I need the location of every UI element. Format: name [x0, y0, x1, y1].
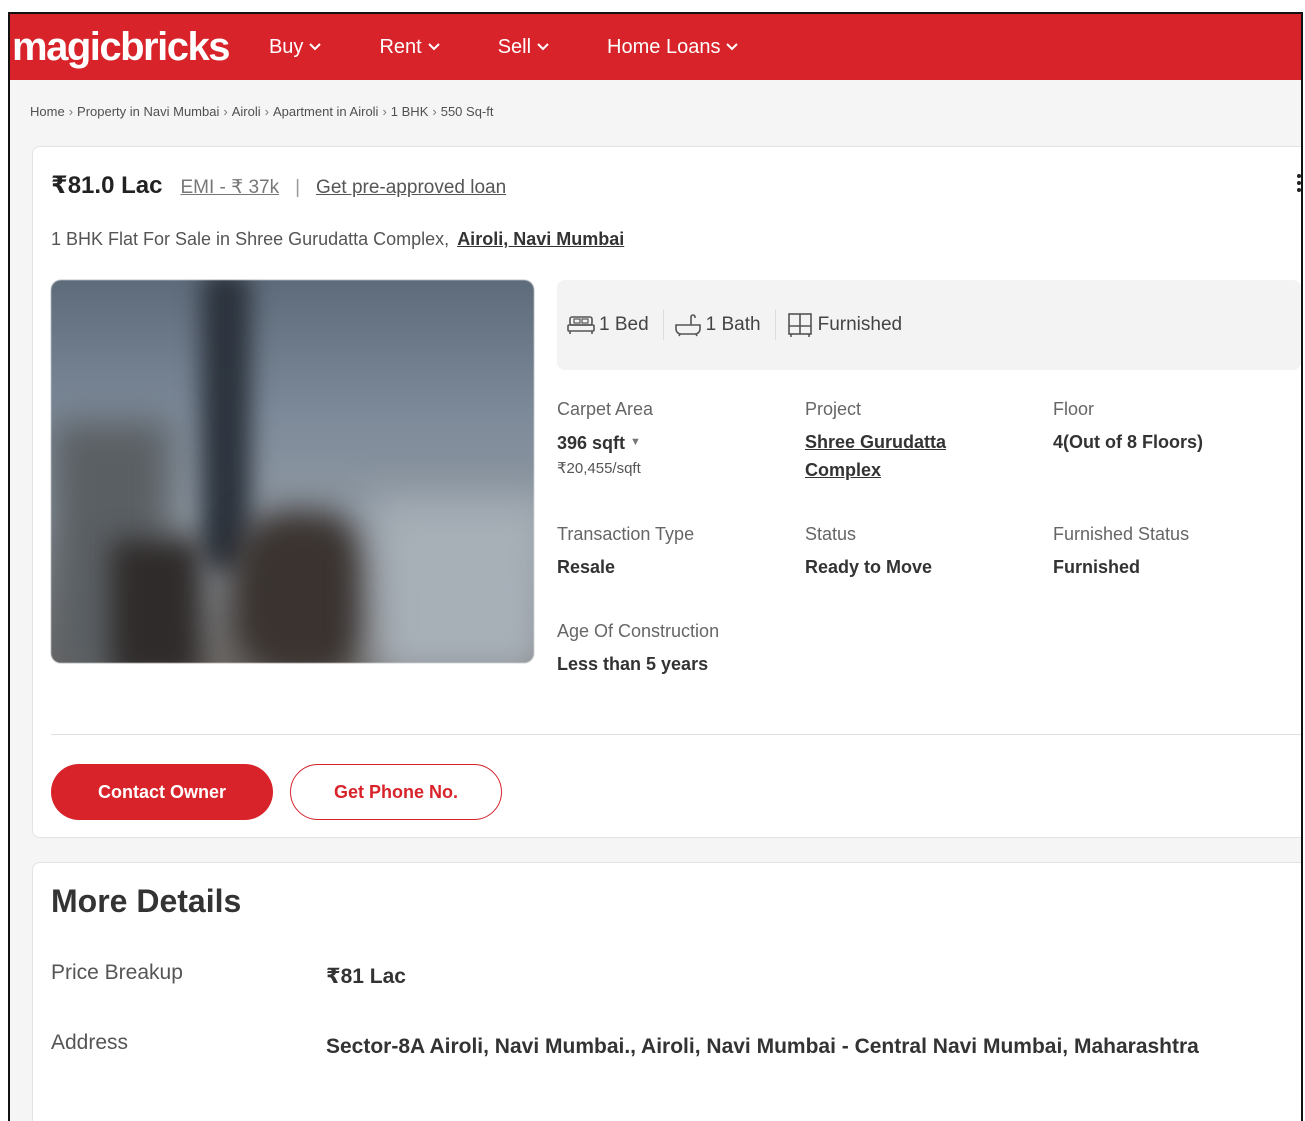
chevron-down-icon: [427, 43, 440, 51]
breadcrumb: Home › Property in Navi Mumbai › Airoli …: [30, 104, 493, 119]
fact-floor: Floor 4(Out of 8 Floors): [1053, 399, 1203, 456]
breadcrumb-type[interactable]: Apartment in Airoli: [273, 104, 379, 119]
breadcrumb-separator: ›: [264, 104, 269, 119]
chevron-down-icon: [309, 43, 322, 51]
fact-label: Furnished Status: [1053, 524, 1190, 544]
browser-frame: magicbricks Buy Rent Sell Home Loans Hom…: [8, 12, 1303, 1121]
chevron-down-icon: [726, 43, 739, 51]
fact-label: Floor: [1053, 399, 1095, 419]
nav-rent-label: Rent: [379, 35, 422, 58]
property-photo[interactable]: [51, 280, 534, 663]
amenity-bath: 1 Bath: [664, 313, 775, 337]
fact-label: Transaction Type: [557, 524, 695, 544]
fact-value: Resale: [557, 557, 616, 577]
breadcrumb-bhk[interactable]: 1 BHK: [391, 104, 429, 119]
breadcrumb-city[interactable]: Property in Navi Mumbai: [77, 104, 219, 119]
more-options-icon[interactable]: [1297, 171, 1301, 195]
fact-label: Project: [805, 399, 862, 419]
nav-sell-label: Sell: [497, 35, 532, 58]
breadcrumb-locality[interactable]: Airoli: [232, 104, 261, 119]
fact-value: Ready to Move: [805, 557, 933, 577]
nav-sell[interactable]: Sell: [498, 36, 549, 59]
bed-icon: [567, 316, 595, 334]
listing-card: ₹81.0 Lac EMI - ₹ 37k | Get pre-approved…: [32, 146, 1301, 838]
fact-label: Age Of Construction: [557, 621, 720, 641]
nav-buy-label: Buy: [268, 35, 304, 58]
fact-value: Furnished: [1053, 557, 1141, 577]
breadcrumb-separator: ›: [382, 104, 387, 119]
listing-price: ₹81.0 Lac: [51, 172, 163, 199]
more-details-card: More Details Price Breakup ₹81 Lac Addre…: [32, 862, 1301, 1121]
listing-location-link[interactable]: Airoli, Navi Mumbai: [457, 229, 624, 249]
breadcrumb-size: 550 Sq-ft: [440, 104, 494, 119]
magicbricks-logo[interactable]: magicbricks: [12, 25, 230, 70]
breadcrumb-home[interactable]: Home: [30, 104, 65, 119]
amenity-furnished-label: Furnished: [817, 314, 903, 335]
fact-furnished-status: Furnished Status Furnished: [1053, 524, 1189, 581]
listing-title: 1 BHK Flat For Sale in Shree Gurudatta C…: [51, 229, 624, 250]
nav-home-loans[interactable]: Home Loans: [607, 35, 739, 59]
fact-label: Carpet Area: [557, 399, 654, 419]
detail-key: Address: [51, 1031, 129, 1054]
fact-carpet-area: Carpet Area 396 sqft ▼ ₹20,455/sqft: [557, 399, 653, 477]
bath-icon: [674, 314, 701, 337]
amenity-bath-label: 1 Bath: [705, 314, 761, 335]
pre-approved-loan-link[interactable]: Get pre-approved loan: [316, 177, 506, 199]
nav-buy[interactable]: Buy: [268, 35, 322, 59]
amenity-bed-label: 1 Bed: [599, 314, 649, 335]
fact-status: Status Ready to Move: [805, 524, 932, 581]
fact-age-of-construction: Age Of Construction Less than 5 years: [557, 621, 719, 678]
top-navbar: magicbricks Buy Rent Sell Home Loans: [10, 14, 1301, 80]
price-per-sqft: ₹20,455/sqft: [557, 460, 641, 477]
amenity-bed: 1 Bed: [557, 314, 663, 336]
fact-value[interactable]: 396 sqft ▼: [557, 428, 653, 457]
project-link[interactable]: Shree Gurudatta Complex: [805, 428, 1005, 484]
detail-row-address: Address Sector-8A Airoli, Navi Mumbai., …: [51, 1031, 1226, 1063]
nav-home-loans-label: Home Loans: [607, 35, 721, 58]
detail-value: ₹81 Lac: [326, 965, 406, 988]
nav-rent[interactable]: Rent: [379, 35, 440, 59]
detail-value: Sector-8A Airoli, Navi Mumbai., Airoli, …: [326, 1035, 1199, 1058]
detail-key: Price Breakup: [51, 961, 183, 984]
price-row: ₹81.0 Lac EMI - ₹ 37k | Get pre-approved…: [51, 171, 506, 200]
chevron-down-icon: [537, 43, 549, 51]
price-separator: |: [295, 177, 301, 198]
fact-project: Project Shree Gurudatta Complex: [805, 399, 1005, 484]
fact-value: Less than 5 years: [557, 654, 709, 674]
divider: [51, 734, 1301, 735]
emi-link[interactable]: EMI - ₹ 37k: [180, 176, 279, 199]
fact-value: 4(Out of 8 Floors): [1053, 432, 1203, 452]
breadcrumb-separator: ›: [68, 104, 74, 119]
get-phone-button[interactable]: Get Phone No.: [290, 764, 502, 820]
amenity-furnished: Furnished: [776, 312, 917, 338]
breadcrumb-separator: ›: [432, 104, 437, 119]
more-details-title: More Details: [51, 883, 242, 919]
amenities-bar: 1 Bed 1 Bath Furnished: [557, 280, 1301, 370]
listing-title-text: 1 BHK Flat For Sale in Shree Gurudatta C…: [51, 229, 450, 249]
contact-owner-button[interactable]: Contact Owner: [51, 764, 273, 820]
caret-down-icon: ▼: [630, 436, 641, 448]
fact-label: Status: [805, 524, 857, 544]
fact-transaction-type: Transaction Type Resale: [557, 524, 694, 581]
furnished-icon: [787, 313, 812, 337]
breadcrumb-separator: ›: [223, 104, 228, 119]
carpet-area-value: 396 sqft: [557, 433, 626, 453]
detail-row-price-breakup: Price Breakup ₹81 Lac: [51, 961, 1226, 993]
